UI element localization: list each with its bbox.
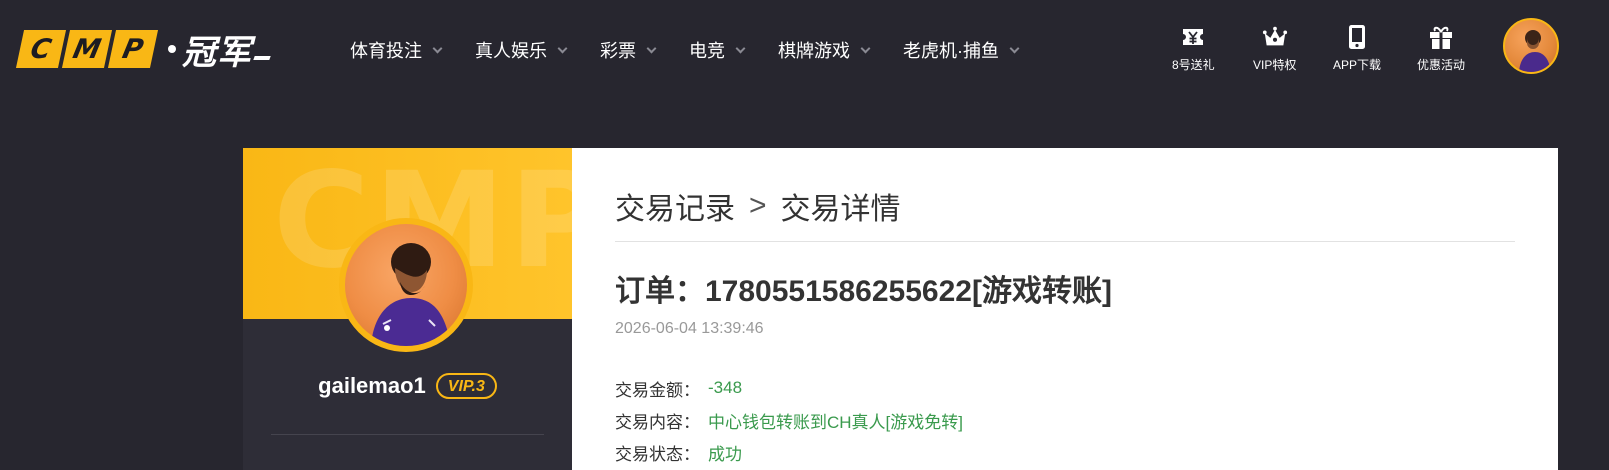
nav-item-esports[interactable]: 电竞 xyxy=(689,37,746,63)
field-row-content: 交易内容： 中心钱包转账到CH真人[游戏免转] xyxy=(615,404,963,436)
nav-item-slots-fishing[interactable]: 老虎机·捕鱼 xyxy=(903,37,1020,63)
profile-divider xyxy=(271,434,544,435)
quick-link-gift-8[interactable]: 8号送礼 xyxy=(1172,24,1215,73)
phone-icon xyxy=(1344,24,1370,50)
nav-item-lottery[interactable]: 彩票 xyxy=(600,37,657,63)
nav-item-label: 老虎机·捕鱼 xyxy=(903,41,999,61)
breadcrumb-current: 交易详情 xyxy=(780,193,901,226)
nav-item-label: 真人娱乐 xyxy=(475,41,547,61)
chevron-down-icon xyxy=(557,43,568,53)
nav-item-label: 棋牌游戏 xyxy=(778,41,850,61)
breadcrumb-transaction-records[interactable]: 交易记录 xyxy=(615,184,735,228)
logo-dash xyxy=(253,56,271,60)
chevron-down-icon xyxy=(646,43,657,53)
field-value-amount: -348 xyxy=(708,378,743,397)
nav-item-label: 电竞 xyxy=(689,41,725,61)
order-title: 订单：1780551586255622[游戏转账] xyxy=(615,275,1112,308)
field-row-amount: 交易金额： -348 xyxy=(615,372,963,404)
nav-item-card-games[interactable]: 棋牌游戏 xyxy=(778,37,871,63)
username: gailemao1 xyxy=(318,373,426,398)
logo-brand-text: 冠军 xyxy=(182,32,252,73)
chevron-down-icon xyxy=(735,43,746,53)
field-label: 交易金额： xyxy=(615,380,700,400)
quick-link-app-download[interactable]: APP下载 xyxy=(1333,24,1381,73)
nav-item-label: 体育投注 xyxy=(350,41,422,61)
avatar-photo xyxy=(1519,30,1551,72)
profile-card: CMP gailemao1 VIP.3 xyxy=(243,148,572,470)
field-label: 交易内容： xyxy=(615,412,700,432)
nav-item-label: 彩票 xyxy=(600,41,636,61)
detail-divider xyxy=(615,241,1515,242)
avatar-photo xyxy=(371,243,451,346)
gift-icon xyxy=(1428,24,1454,50)
quick-link-label: VIP特权 xyxy=(1253,58,1297,72)
profile-name-row: gailemao1 VIP.3 xyxy=(243,373,572,399)
logo-dot xyxy=(168,45,176,53)
field-value-status: 成功 xyxy=(708,444,742,464)
quick-link-promotions[interactable]: 优惠活动 xyxy=(1417,24,1465,73)
order-timestamp: 2026-06-04 13:39:46 xyxy=(615,320,764,337)
nav-item-sports[interactable]: 体育投注 xyxy=(350,37,443,63)
nav-item-live-casino[interactable]: 真人娱乐 xyxy=(475,37,568,63)
cmp-logo[interactable]: C M P 冠军 xyxy=(15,28,271,73)
logo-letter-c: C xyxy=(15,30,67,68)
quick-link-label: APP下载 xyxy=(1333,58,1382,72)
profile-avatar[interactable] xyxy=(339,218,473,352)
field-label: 交易状态： xyxy=(615,444,700,464)
transaction-fields: 交易金额： -348 交易内容： 中心钱包转账到CH真人[游戏免转] 交易状态：… xyxy=(615,372,963,468)
breadcrumb-separator: > xyxy=(749,189,767,222)
chevron-down-icon xyxy=(860,43,871,53)
transaction-detail-panel: 交易记录 > 交易详情 订单：1780551586255622[游戏转账] 20… xyxy=(572,148,1558,470)
crown-icon xyxy=(1262,24,1288,50)
breadcrumb: 交易记录 > 交易详情 xyxy=(615,184,901,228)
chevron-down-icon xyxy=(432,43,443,53)
vip-level-badge[interactable]: VIP.3 xyxy=(435,373,497,399)
user-avatar[interactable] xyxy=(1503,18,1559,74)
main-nav: 体育投注 真人娱乐 彩票 电竞 棋牌游戏 老虎机·捕鱼 xyxy=(350,36,1052,64)
quick-link-label: 优惠活动 xyxy=(1417,58,1466,72)
field-value-content: 中心钱包转账到CH真人[游戏免转] xyxy=(708,412,963,432)
logo-letter-m: M xyxy=(61,30,113,68)
chevron-down-icon xyxy=(1009,43,1020,53)
logo-letter-p: P xyxy=(107,30,159,68)
yen-ticket-icon xyxy=(1180,24,1206,50)
quick-link-label: 8号送礼 xyxy=(1172,58,1215,72)
top-navigation-bar: C M P 冠军 体育投注 真人娱乐 彩票 电竞 棋牌游戏 老虎机·捕鱼 8号送… xyxy=(0,0,1609,100)
quick-link-vip[interactable]: VIP特权 xyxy=(1253,24,1296,73)
field-row-status: 交易状态： 成功 xyxy=(615,436,963,468)
